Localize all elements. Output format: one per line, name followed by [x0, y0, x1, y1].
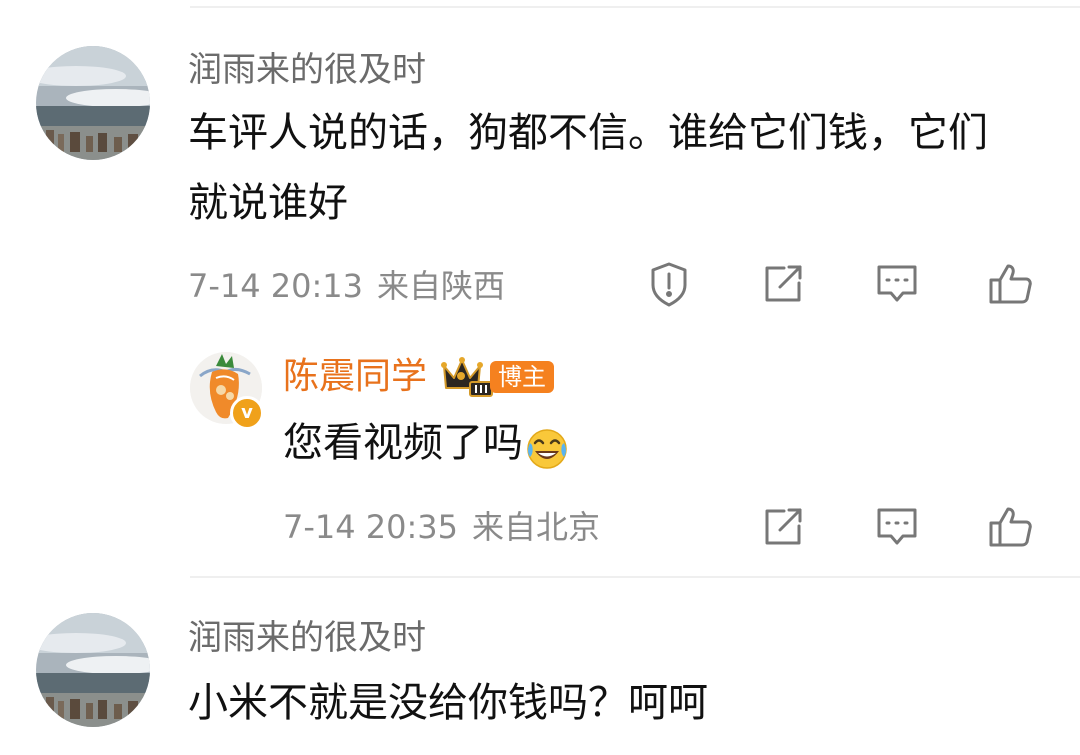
- thumbs-up-icon[interactable]: [986, 502, 1036, 552]
- reply-location: 来自北京: [472, 508, 601, 546]
- avatar[interactable]: [36, 46, 150, 160]
- reply-username[interactable]: 陈震同学: [283, 356, 427, 398]
- share-edit-icon[interactable]: [758, 502, 808, 552]
- comment-location: 来自陕西: [377, 267, 506, 305]
- comment-text: 车评人说的话，狗都不信。谁给它们钱，它们就说谁好: [188, 110, 988, 226]
- avatar[interactable]: [36, 613, 150, 727]
- reply-time: 7-14 20:35: [283, 508, 459, 546]
- exclamation-shield-icon[interactable]: [644, 259, 694, 309]
- blogger-badge: 博主: [440, 356, 554, 398]
- reply-text-line: 您看视频了吗: [283, 408, 1003, 478]
- crown-icon: [440, 356, 494, 398]
- comment-time: 7-14 20:13: [188, 267, 364, 305]
- comment-meta: 7-14 20:13 来自陕西: [188, 266, 505, 306]
- reply-meta: 7-14 20:35 来自北京: [283, 507, 600, 547]
- laugh-cry-emoji-icon: [525, 423, 569, 469]
- share-edit-icon[interactable]: [758, 259, 808, 309]
- comment-username[interactable]: 润雨来的很及时: [188, 50, 426, 90]
- thumbs-up-icon[interactable]: [986, 259, 1036, 309]
- blogger-tag: 博主: [490, 361, 554, 393]
- comment-text: 小米不就是没给你钱吗？呵呵: [188, 680, 708, 726]
- divider: [190, 576, 1080, 578]
- comment-username[interactable]: 润雨来的很及时: [188, 618, 426, 658]
- reply-text: 您看视频了吗: [283, 420, 523, 466]
- comment-thread: 润雨来的很及时 车评人说的话，狗都不信。谁给它们钱，它们就说谁好 7-14 20…: [0, 0, 1080, 755]
- comment-bubble-icon[interactable]: [872, 502, 922, 552]
- verified-v-icon: v: [230, 396, 264, 430]
- comment-bubble-icon[interactable]: [872, 259, 922, 309]
- divider: [190, 6, 1080, 8]
